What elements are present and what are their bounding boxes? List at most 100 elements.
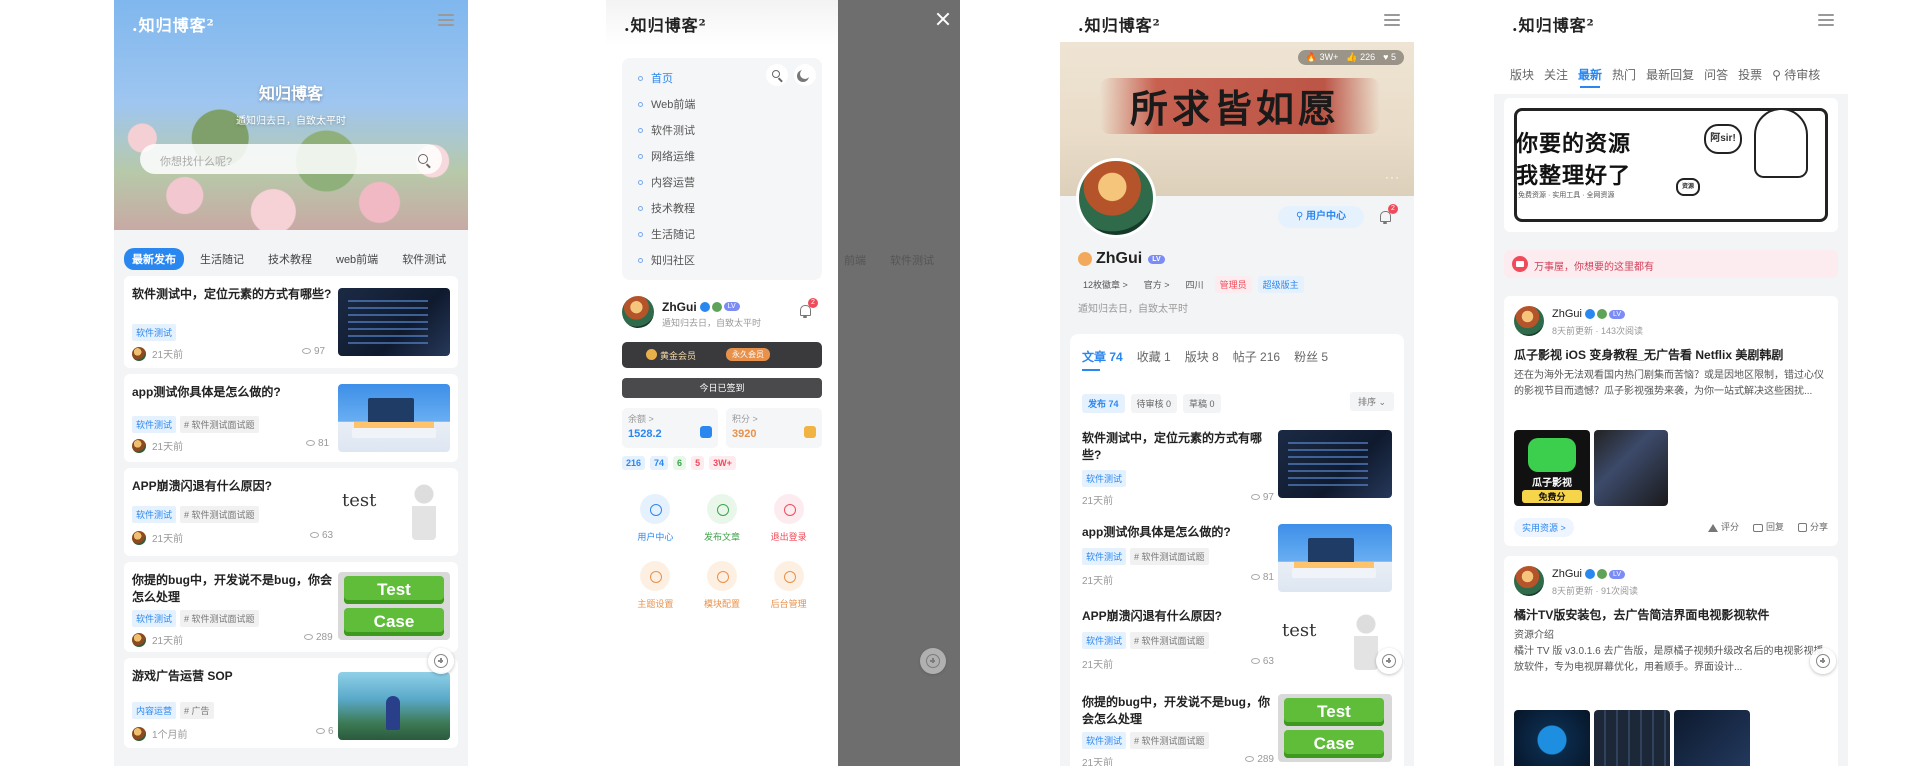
posts-count[interactable]: 216 (622, 456, 646, 470)
user-card[interactable]: ZhGui LV 遁知归去日，自致太平时 2 (622, 296, 822, 332)
avatar[interactable] (622, 296, 654, 328)
post-tag[interactable]: # 软件测试面试题 (180, 416, 259, 433)
post-image[interactable] (1514, 710, 1590, 766)
nav-item-home[interactable]: 首页 (638, 70, 673, 86)
post-thumbnail[interactable]: Test Case (338, 572, 450, 640)
filter-pending[interactable]: 待审核 0 (1130, 394, 1178, 413)
menu-icon[interactable] (438, 14, 454, 26)
float-action-button[interactable] (1810, 648, 1836, 674)
float-action-button[interactable] (1376, 648, 1402, 674)
post-image[interactable]: 瓜子影视 免费分 (1514, 430, 1590, 506)
post-title[interactable]: app测试你具体是怎么做的? (132, 384, 332, 401)
post-thumbnail[interactable] (338, 672, 450, 740)
reply-button[interactable]: 回复 (1752, 520, 1784, 533)
post-tag[interactable]: 软件测试 (1082, 548, 1127, 565)
rate-button[interactable]: 评分 (1707, 520, 1739, 533)
search-input[interactable]: 你想找什么呢? (140, 144, 442, 174)
share-button[interactable]: 分享 (1797, 520, 1828, 533)
post-image[interactable] (1594, 430, 1668, 506)
tab-latest[interactable]: 最新 (1578, 66, 1602, 88)
list-item[interactable]: 你提的bug中，开发说不是bug，你会怎么处理 软件测试 # 软件测试面试题 21… (124, 562, 458, 652)
tab-tech[interactable]: 技术教程 (260, 248, 320, 270)
signin-button[interactable]: 今日已签到 (622, 378, 822, 398)
tab-boards[interactable]: 版块 8 (1185, 348, 1219, 365)
comments-count[interactable]: 6 (673, 456, 687, 470)
nav-item-ops[interactable]: 网络运维 (638, 148, 695, 164)
tab-articles[interactable]: 文章 74 (1082, 348, 1123, 371)
vip-bar[interactable]: 黄金会员 永久会员 (622, 342, 822, 368)
hot-count[interactable]: 3W+ (709, 456, 736, 470)
nav-item-content[interactable]: 内容运营 (638, 174, 695, 190)
resource-tag[interactable]: 实用资源 > (1514, 518, 1574, 537)
notice-bar[interactable]: 万事屋，你想要的这里都有 (1504, 250, 1838, 278)
list-item[interactable]: app测试你具体是怎么做的? 软件测试 # 软件测试面试题 21天前 81 (124, 374, 458, 462)
site-logo[interactable]: .知归博客² (132, 12, 215, 36)
tab-fans[interactable]: 粉丝 5 (1294, 348, 1328, 365)
post-tag[interactable]: # 软件测试面试题 (1130, 732, 1209, 749)
user-name[interactable]: ZhGui (1552, 308, 1582, 320)
avatar[interactable] (1076, 158, 1156, 238)
menu-icon[interactable] (1384, 14, 1400, 26)
tab-latest[interactable]: 最新发布 (124, 248, 184, 270)
post-title[interactable]: APP崩溃闪退有什么原因? (132, 478, 332, 495)
post-tag[interactable]: # 软件测试面试题 (180, 506, 259, 523)
avatar[interactable] (1514, 566, 1544, 596)
post-thumbnail[interactable] (1278, 430, 1392, 498)
post-title[interactable]: APP崩溃闪退有什么原因? (1082, 608, 1272, 625)
post-tag[interactable]: 内容运营 (132, 702, 177, 719)
medals-link[interactable]: 12枚徽章 > (1078, 276, 1133, 293)
site-logo[interactable]: .知归博客² (1512, 12, 1595, 36)
post-title[interactable]: app测试你具体是怎么做的? (1082, 524, 1272, 541)
post-tag[interactable]: # 广告 (180, 702, 214, 719)
close-icon[interactable] (936, 12, 950, 26)
post-thumbnail[interactable] (338, 384, 450, 452)
avatar[interactable] (1514, 306, 1544, 336)
post-tag[interactable]: # 软件测试面试题 (180, 610, 259, 627)
post-tag[interactable]: 软件测试 (132, 506, 177, 523)
forum-post[interactable]: ZhGui LV 8天前更新 · 143次阅读 瓜子影视 iOS 变身教程_无广告… (1504, 296, 1838, 546)
tab-threads[interactable]: 帖子 216 (1233, 348, 1280, 365)
tab-boards[interactable]: 版块 (1510, 66, 1534, 83)
filter-published[interactable]: 发布 74 (1082, 394, 1125, 413)
tab-life[interactable]: 生活随记 (192, 248, 252, 270)
tab-qa[interactable]: 问答 (1704, 66, 1728, 83)
theme-settings-button[interactable]: 主题设置 (622, 561, 689, 610)
publish-button[interactable]: 发布文章 (689, 494, 756, 543)
nav-item-tutorial[interactable]: 技术教程 (638, 200, 695, 216)
user-center-button[interactable]: 用户中心 (622, 494, 689, 543)
post-title[interactable]: 瓜子影视 iOS 变身教程_无广告看 Netflix 美剧韩剧 (1514, 346, 1783, 363)
post-tag[interactable]: 软件测试 (1082, 470, 1127, 487)
post-title[interactable]: 软件测试中，定位元素的方式有哪些? (132, 286, 332, 303)
post-title[interactable]: 游戏广告运营 SOP (132, 668, 332, 685)
module-config-button[interactable]: 模块配置 (689, 561, 756, 610)
tab-following[interactable]: 关注 (1544, 66, 1568, 83)
post-image[interactable] (1594, 710, 1670, 766)
post-thumbnail[interactable] (338, 288, 450, 356)
promo-banner[interactable]: 你要的资源 我整理好了 免费资源 · 实用工具 · 全网资源 阿sir! 资源 (1504, 98, 1838, 232)
post-tag[interactable]: 软件测试 (1082, 732, 1127, 749)
post-tag[interactable]: 软件测试 (1082, 632, 1127, 649)
list-item[interactable]: APP崩溃闪退有什么原因? 软件测试 # 软件测试面试题 21天前 63 (124, 468, 458, 556)
search-button[interactable] (766, 64, 788, 86)
post-tag[interactable]: # 软件测试面试题 (1130, 632, 1209, 649)
list-item[interactable]: 游戏广告运营 SOP 内容运营 # 广告 1个月前 6 (124, 658, 458, 748)
menu-icon[interactable] (1818, 14, 1834, 26)
admin-button[interactable]: 后台管理 (755, 561, 822, 610)
user-center-button[interactable]: ⚲ 用户中心 (1278, 206, 1364, 228)
likes-count[interactable]: 5 (691, 456, 705, 470)
tab-hot[interactable]: 热门 (1612, 66, 1636, 83)
tab-vote[interactable]: 投票 (1738, 66, 1762, 83)
balance-card[interactable]: 余额 > 1528.2 (622, 408, 718, 448)
post-title[interactable]: 你提的bug中，开发说不是bug，你会怎么处理 (1082, 694, 1272, 728)
tab-favorites[interactable]: 收藏 1 (1137, 348, 1171, 365)
post-thumbnail[interactable] (338, 478, 450, 546)
articles-count[interactable]: 74 (650, 456, 669, 470)
post-title[interactable]: 软件测试中，定位元素的方式有哪些? (1082, 430, 1272, 464)
logout-button[interactable]: 退出登录 (755, 494, 822, 543)
post-thumbnail[interactable] (1278, 608, 1392, 676)
points-card[interactable]: 积分 > 3920 (726, 408, 822, 448)
filter-draft[interactable]: 草稿 0 (1183, 394, 1221, 413)
user-name[interactable]: ZhGui (662, 300, 697, 314)
sort-dropdown[interactable]: 排序 ⌄ (1349, 392, 1394, 411)
tab-pending[interactable]: ⚲ 待审核 (1772, 66, 1820, 83)
